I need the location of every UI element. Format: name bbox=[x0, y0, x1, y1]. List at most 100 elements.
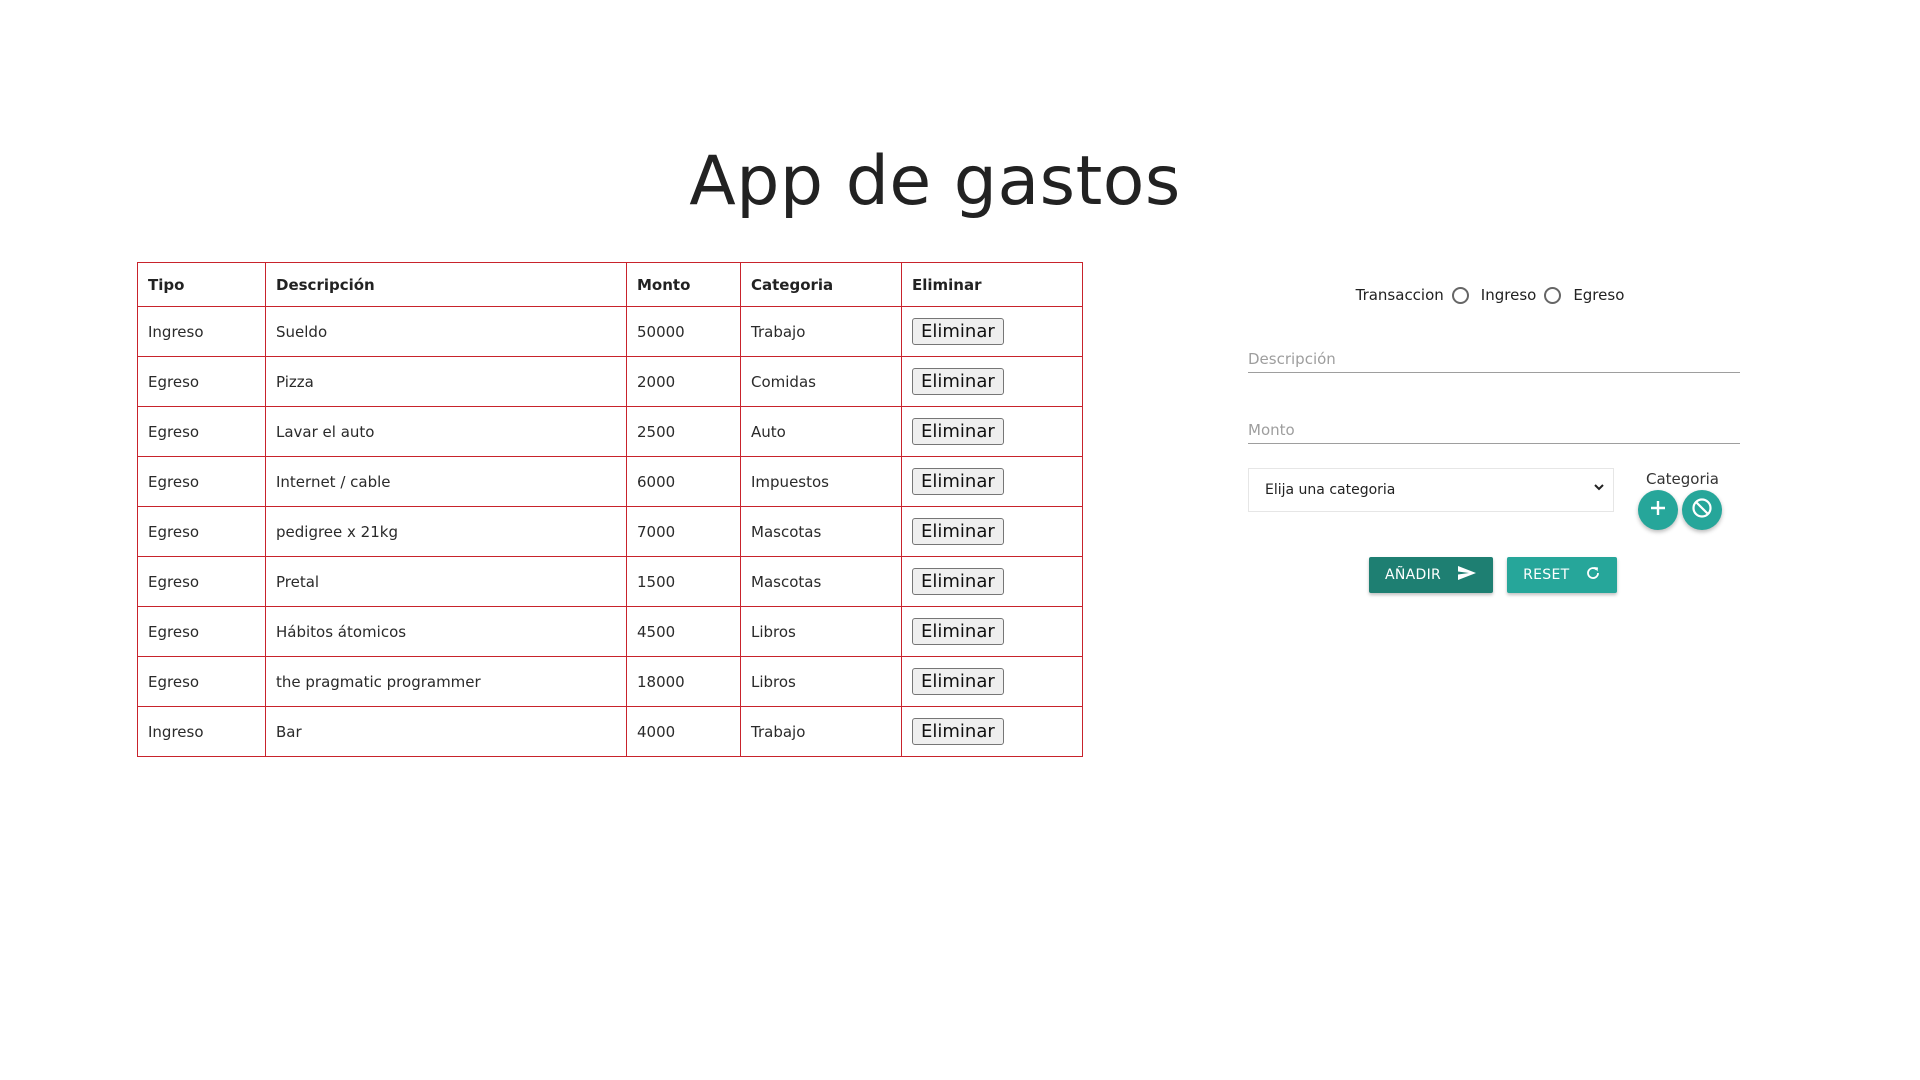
radio-ingreso-label[interactable]: Ingreso bbox=[1481, 286, 1537, 304]
cell-descripcion: the pragmatic programmer bbox=[265, 656, 627, 707]
chevron-down-icon bbox=[1593, 481, 1605, 497]
category-row: Elija una categoria Categoria bbox=[1248, 468, 1740, 538]
category-select-value: Elija una categoria bbox=[1265, 482, 1396, 498]
page-title: App de gastos bbox=[689, 142, 1181, 221]
reset-button-label: RESET bbox=[1523, 567, 1570, 583]
plus-icon bbox=[1649, 499, 1667, 521]
cell-categoria: Libros bbox=[740, 606, 902, 657]
cell-eliminar: Eliminar bbox=[901, 506, 1083, 557]
cell-tipo: Ingreso bbox=[137, 706, 266, 757]
header-categoria: Categoria bbox=[740, 262, 902, 307]
cell-categoria: Trabajo bbox=[740, 306, 902, 357]
description-field-wrapper bbox=[1248, 336, 1740, 373]
cell-tipo: Egreso bbox=[137, 456, 266, 507]
delete-button[interactable]: Eliminar bbox=[912, 568, 1004, 595]
header-monto: Monto bbox=[626, 262, 741, 307]
table-row: Egreso Hábitos átomicos 4500 Libros Elim… bbox=[137, 606, 1083, 657]
cell-categoria: Trabajo bbox=[740, 706, 902, 757]
cell-monto: 50000 bbox=[626, 306, 741, 357]
cell-categoria: Mascotas bbox=[740, 556, 902, 607]
cell-monto: 4000 bbox=[626, 706, 741, 757]
table-row: Egreso Internet / cable 6000 Impuestos E… bbox=[137, 456, 1083, 507]
reset-button[interactable]: RESET bbox=[1507, 557, 1618, 593]
cell-descripcion: Pretal bbox=[265, 556, 627, 607]
radio-ingreso[interactable] bbox=[1451, 286, 1469, 304]
cell-descripcion: Pizza bbox=[265, 356, 627, 407]
header-tipo: Tipo bbox=[137, 262, 266, 307]
cell-descripcion: Internet / cable bbox=[265, 456, 627, 507]
delete-button[interactable]: Eliminar bbox=[912, 518, 1004, 545]
cell-eliminar: Eliminar bbox=[901, 456, 1083, 507]
table-row: Ingreso Sueldo 50000 Trabajo Eliminar bbox=[137, 306, 1083, 357]
delete-button[interactable]: Eliminar bbox=[912, 318, 1004, 345]
table-row: Egreso pedigree x 21kg 7000 Mascotas Eli… bbox=[137, 506, 1083, 557]
cell-eliminar: Eliminar bbox=[901, 356, 1083, 407]
cell-eliminar: Eliminar bbox=[901, 706, 1083, 757]
header-descripcion: Descripción bbox=[265, 262, 627, 307]
table-row: Egreso Lavar el auto 2500 Auto Eliminar bbox=[137, 406, 1083, 457]
delete-button[interactable]: Eliminar bbox=[912, 718, 1004, 745]
cell-tipo: Ingreso bbox=[137, 306, 266, 357]
refresh-icon bbox=[1569, 565, 1601, 585]
cell-eliminar: Eliminar bbox=[901, 306, 1083, 357]
block-category-button[interactable] bbox=[1682, 490, 1722, 530]
table-row: Ingreso Bar 4000 Trabajo Eliminar bbox=[137, 706, 1083, 757]
cell-descripcion: pedigree x 21kg bbox=[265, 506, 627, 557]
category-select[interactable]: Elija una categoria bbox=[1248, 468, 1614, 512]
delete-button[interactable]: Eliminar bbox=[912, 618, 1004, 645]
amount-input[interactable] bbox=[1248, 421, 1740, 439]
transaction-form: Transaccion Ingreso Egreso Elija una cat… bbox=[1248, 280, 1740, 593]
send-icon bbox=[1441, 565, 1477, 585]
delete-button[interactable]: Eliminar bbox=[912, 668, 1004, 695]
cell-descripcion: Sueldo bbox=[265, 306, 627, 357]
delete-button[interactable]: Eliminar bbox=[912, 368, 1004, 395]
cell-monto: 6000 bbox=[626, 456, 741, 507]
cell-eliminar: Eliminar bbox=[901, 406, 1083, 457]
radio-egreso[interactable] bbox=[1544, 286, 1562, 304]
cell-tipo: Egreso bbox=[137, 406, 266, 457]
table-header-row: Tipo Descripción Monto Categoria Elimina… bbox=[137, 262, 1083, 307]
cell-descripcion: Bar bbox=[265, 706, 627, 757]
transactions-table: Tipo Descripción Monto Categoria Elimina… bbox=[137, 262, 1083, 757]
description-input[interactable] bbox=[1248, 350, 1740, 368]
amount-field-wrapper bbox=[1248, 407, 1740, 444]
cell-tipo: Egreso bbox=[137, 656, 266, 707]
cell-categoria: Comidas bbox=[740, 356, 902, 407]
form-actions: AÑADIR RESET bbox=[1369, 557, 1618, 593]
cell-monto: 18000 bbox=[626, 656, 741, 707]
table-row: Egreso Pizza 2000 Comidas Eliminar bbox=[137, 356, 1083, 407]
transaction-label: Transaccion bbox=[1355, 286, 1444, 304]
cell-monto: 2000 bbox=[626, 356, 741, 407]
transactions-table-container: Tipo Descripción Monto Categoria Elimina… bbox=[137, 262, 1083, 757]
cell-tipo: Egreso bbox=[137, 506, 266, 557]
cell-eliminar: Eliminar bbox=[901, 556, 1083, 607]
block-icon bbox=[1691, 497, 1713, 523]
cell-categoria: Libros bbox=[740, 656, 902, 707]
delete-button[interactable]: Eliminar bbox=[912, 468, 1004, 495]
cell-monto: 4500 bbox=[626, 606, 741, 657]
cell-tipo: Egreso bbox=[137, 556, 266, 607]
cell-tipo: Egreso bbox=[137, 606, 266, 657]
page: App de gastos Tipo Descripción Monto Cat… bbox=[0, 0, 1920, 1080]
add-button[interactable]: AÑADIR bbox=[1369, 557, 1494, 593]
cell-categoria: Auto bbox=[740, 406, 902, 457]
radio-egreso-label[interactable]: Egreso bbox=[1573, 286, 1624, 304]
cell-monto: 2500 bbox=[626, 406, 741, 457]
cell-tipo: Egreso bbox=[137, 356, 266, 407]
cell-descripcion: Lavar el auto bbox=[265, 406, 627, 457]
cell-monto: 7000 bbox=[626, 506, 741, 557]
cell-monto: 1500 bbox=[626, 556, 741, 607]
table-row: Egreso Pretal 1500 Mascotas Eliminar bbox=[137, 556, 1083, 607]
add-category-button[interactable] bbox=[1638, 490, 1678, 530]
table-row: Egreso the pragmatic programmer 18000 Li… bbox=[137, 656, 1083, 707]
category-label: Categoria bbox=[1646, 470, 1720, 488]
cell-categoria: Impuestos bbox=[740, 456, 902, 507]
cell-descripcion: Hábitos átomicos bbox=[265, 606, 627, 657]
add-button-label: AÑADIR bbox=[1385, 567, 1442, 583]
cell-eliminar: Eliminar bbox=[901, 606, 1083, 657]
transaction-type-group: Transaccion Ingreso Egreso bbox=[1248, 280, 1740, 310]
delete-button[interactable]: Eliminar bbox=[912, 418, 1004, 445]
header-eliminar: Eliminar bbox=[901, 262, 1083, 307]
cell-eliminar: Eliminar bbox=[901, 656, 1083, 707]
cell-categoria: Mascotas bbox=[740, 506, 902, 557]
